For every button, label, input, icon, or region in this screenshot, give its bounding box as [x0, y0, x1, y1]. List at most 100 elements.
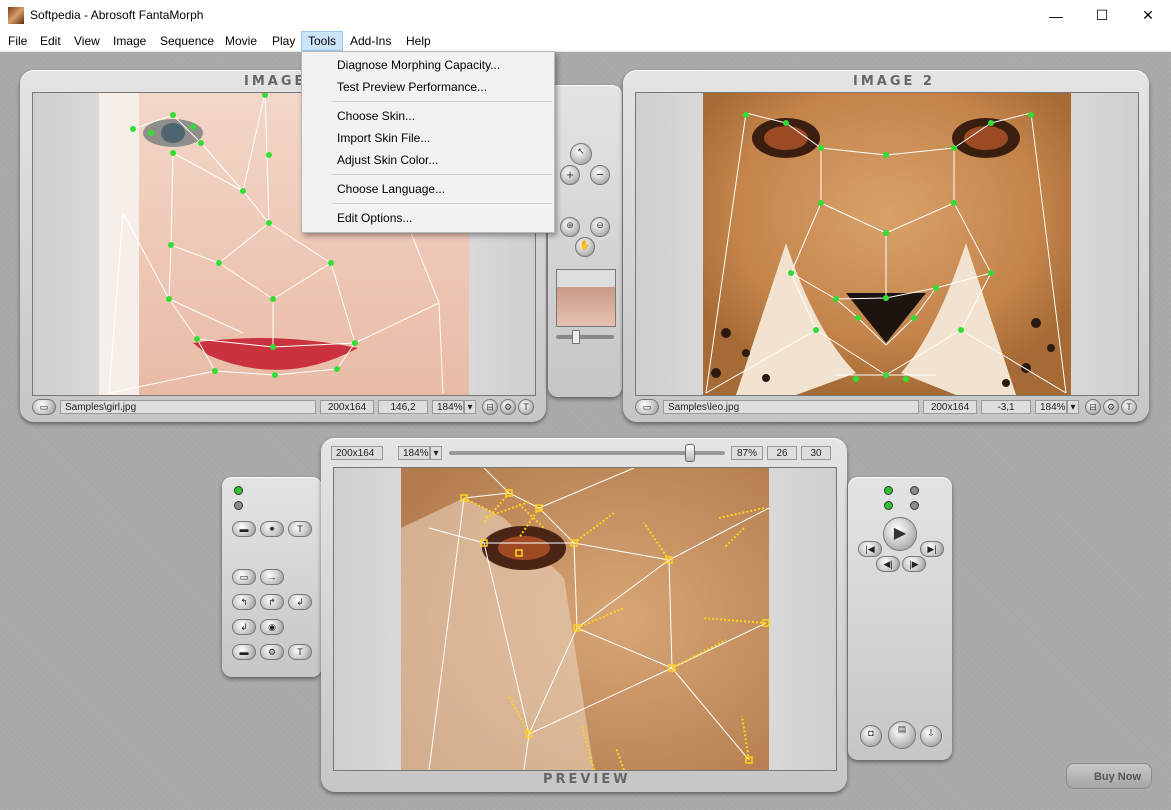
image2-coords: -3,1: [981, 400, 1031, 414]
effect-button-7[interactable]: ↱: [260, 594, 284, 610]
preview-title: PREVIEW: [543, 772, 631, 787]
menu-item-diagnose-morphing-capacity[interactable]: Diagnose Morphing Capacity...: [303, 54, 553, 76]
menu-image[interactable]: Image: [107, 31, 152, 51]
effects-led-1[interactable]: [234, 486, 243, 495]
effect-arrow-button[interactable]: →: [260, 569, 284, 585]
effect-text-button[interactable]: T: [288, 521, 312, 537]
menu-add-ins[interactable]: Add-Ins: [344, 31, 397, 51]
menu-item-choose-language[interactable]: Choose Language...: [303, 178, 553, 200]
preview-zoom-dropdown-icon[interactable]: ▾: [430, 446, 442, 460]
maximize-button[interactable]: ☐: [1079, 0, 1125, 31]
menu-play[interactable]: Play: [266, 31, 301, 51]
last-frame-button[interactable]: ▶|: [920, 541, 944, 557]
menu-item-import-skin-file[interactable]: Import Skin File...: [303, 127, 553, 149]
menu-item-edit-options[interactable]: Edit Options...: [303, 207, 553, 229]
image1-path: Samples\girl.jpg: [60, 400, 316, 414]
first-frame-button[interactable]: |◀: [858, 541, 882, 557]
effect-eye-button[interactable]: ◉: [260, 619, 284, 635]
center-toolbar: ↖ + − ⊕ ⊖ ✋: [548, 85, 622, 397]
thumbnail-slider-thumb[interactable]: [572, 330, 580, 344]
menu-separator: [332, 203, 552, 204]
loop-led[interactable]: [884, 486, 893, 495]
menu-help[interactable]: Help: [400, 31, 437, 51]
open-image1-button[interactable]: ▭: [32, 399, 56, 415]
menu-tools[interactable]: Tools: [301, 31, 344, 51]
menu-view[interactable]: View: [68, 31, 106, 51]
preview-size: 200x164: [331, 446, 383, 460]
image2-zoom-dropdown-icon[interactable]: ▾: [1067, 400, 1079, 414]
app-icon: [8, 7, 24, 24]
tools-dropdown-menu: Diagnose Morphing Capacity... Test Previ…: [301, 51, 555, 233]
buy-now-button[interactable]: Buy Now: [1066, 763, 1152, 789]
menu-item-adjust-skin-color[interactable]: Adjust Skin Color...: [303, 149, 553, 171]
image2-canvas[interactable]: [635, 92, 1139, 396]
remove-point-icon[interactable]: −: [590, 165, 610, 185]
menu-edit[interactable]: Edit: [34, 31, 67, 51]
window-title: Softpedia - Abrosoft FantaMorph: [30, 8, 204, 22]
preview-total-frames[interactable]: 30: [801, 446, 831, 460]
menu-item-choose-skin[interactable]: Choose Skin...: [303, 105, 553, 127]
effect-button-6[interactable]: ↰: [232, 594, 256, 610]
option-led-1[interactable]: [910, 486, 919, 495]
menu-separator: [332, 101, 552, 102]
image1-text-icon[interactable]: T: [518, 399, 534, 415]
image2-statusbar: ▭ Samples\leo.jpg 200x164 -3,1 184% ▾ ⊟ …: [635, 399, 1137, 416]
menu-file[interactable]: File: [2, 31, 33, 51]
preview-canvas[interactable]: [333, 467, 837, 771]
image1-size: 200x164: [320, 400, 374, 414]
image1-statusbar: ▭ Samples\girl.jpg 200x164 146,2 184% ▾ …: [32, 399, 534, 416]
zoom-in-icon[interactable]: ⊕: [560, 217, 580, 237]
effects-led-2[interactable]: [234, 501, 243, 510]
effects-panel: ▬ ✷ T ▭ → ↰ ↱ ↲ ↲ ◉ ▬ ⚙ T: [222, 477, 322, 677]
image1-coords: 146,2: [378, 400, 428, 414]
option-led-2[interactable]: [910, 501, 919, 510]
prev-frame-button[interactable]: ◀|: [876, 556, 900, 572]
effect-button-11[interactable]: ▬: [232, 644, 256, 660]
menu-sequence[interactable]: Sequence: [154, 31, 220, 51]
effect-text-button-2[interactable]: T: [288, 644, 312, 660]
image2-path: Samples\leo.jpg: [663, 400, 919, 414]
image1-zoom-dropdown-icon[interactable]: ▾: [464, 400, 476, 414]
menu-separator: [332, 174, 552, 175]
effect-button-8[interactable]: ↲: [288, 594, 312, 610]
menu-movie[interactable]: Movie: [219, 31, 263, 51]
zoom-out-icon[interactable]: ⊖: [590, 217, 610, 237]
minimize-button[interactable]: —: [1033, 0, 1079, 31]
image1-settings-icon[interactable]: ⚙: [500, 399, 516, 415]
menu-item-test-preview-performance[interactable]: Test Preview Performance...: [303, 76, 553, 98]
image2-settings-icon[interactable]: ⚙: [1103, 399, 1119, 415]
open-image2-button[interactable]: ▭: [635, 399, 659, 415]
export-icon[interactable]: ⇩: [920, 725, 942, 747]
next-frame-button[interactable]: |▶: [902, 556, 926, 572]
preview-frame[interactable]: 26: [767, 446, 797, 460]
preview-percent: 87%: [731, 446, 763, 460]
pan-hand-icon[interactable]: ✋: [575, 237, 595, 257]
morph-slider-track[interactable]: [449, 451, 725, 455]
camera-icon[interactable]: ◘: [860, 725, 882, 747]
preview-zoom[interactable]: 184%: [398, 446, 430, 460]
add-point-icon[interactable]: +: [560, 165, 580, 185]
image2-panel: IMAGE 2 ▭ Samples\leo.jpg 200x164 -3,1 1…: [623, 70, 1149, 422]
image2-zoom[interactable]: 184%: [1035, 400, 1067, 414]
effect-button-4[interactable]: ▭: [232, 569, 256, 585]
close-button[interactable]: ✕: [1125, 0, 1171, 31]
effect-gear-button[interactable]: ⚙: [260, 644, 284, 660]
effect-button-2[interactable]: ✷: [260, 521, 284, 537]
thumbnail-slider[interactable]: [556, 335, 614, 339]
image2-text-icon[interactable]: T: [1121, 399, 1137, 415]
bounce-led[interactable]: [884, 501, 893, 510]
title-bar: Softpedia - Abrosoft FantaMorph — ☐ ✕: [0, 0, 1171, 31]
image1-zoom[interactable]: 184%: [432, 400, 464, 414]
preview-photo: [401, 468, 770, 770]
image1-flip-icon[interactable]: ⊟: [482, 399, 498, 415]
film-icon[interactable]: ▤: [888, 721, 916, 749]
menu-bar: File Edit View Image Sequence Movie Play…: [0, 31, 1171, 52]
preview-panel: 200x164 184% ▾ 87% 26 30 PREVIEW: [321, 438, 847, 792]
play-button[interactable]: ▶: [883, 517, 917, 551]
morph-slider-thumb[interactable]: [685, 444, 696, 462]
image2-flip-icon[interactable]: ⊟: [1085, 399, 1101, 415]
select-pointer-icon[interactable]: ↖: [570, 143, 592, 165]
effect-button-1[interactable]: ▬: [232, 521, 256, 537]
effect-button-9[interactable]: ↲: [232, 619, 256, 635]
thumbnail-preview[interactable]: [556, 269, 616, 327]
